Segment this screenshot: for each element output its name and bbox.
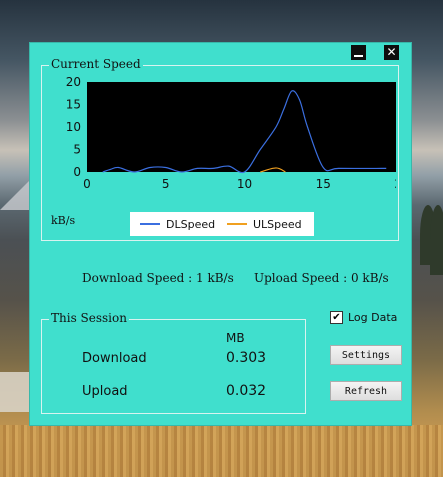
legend-label-dlspeed: DLSpeed [166,217,216,231]
refresh-button[interactable]: Refresh [330,381,402,401]
y-tick-label: 15 [66,98,81,112]
y-tick-label: 5 [73,143,81,157]
this-session-group: This Session [41,311,306,414]
settings-button[interactable]: Settings [330,345,402,365]
current-speed-label: Current Speed [49,57,143,71]
session-upload-value: 0.032 [226,383,267,399]
speed-monitor-window: ✕ Current Speed 0 5 10 15 20 0 5 10 15 20 kB/s D… [30,43,411,425]
y-tick-label: 20 [66,76,81,89]
cabin-shape [0,372,30,412]
upload-speed-readout: Upload Speed : 0 kB/s [254,271,389,285]
x-tick-label: 0 [83,177,91,191]
this-session-label: This Session [49,311,129,325]
y-tick-label: 0 [73,165,81,179]
x-tick-label: 5 [162,177,170,191]
legend-label-ulspeed: ULSpeed [253,217,302,231]
chart-legend: DLSpeed ULSpeed [130,212,314,236]
legend-item-ulspeed: ULSpeed [227,212,302,236]
y-unit-label: kB/s [51,214,76,227]
legend-line-ulspeed [227,223,247,225]
x-tick-label: 20 [394,177,396,191]
session-upload-label: Upload [82,384,128,399]
session-download-value: 0.303 [226,350,267,366]
y-tick-label: 10 [66,120,81,134]
legend-item-dlspeed: DLSpeed [140,212,215,236]
close-icon[interactable]: ✕ [384,45,399,60]
mb-unit-header: MB [226,331,245,345]
session-download-label: Download [82,351,147,366]
field-shape [0,425,443,477]
log-data-checkbox[interactable]: ✔ [330,311,343,324]
legend-line-dlspeed [140,223,160,225]
current-speed-group: Current Speed 0 5 10 15 20 0 5 10 15 20 kB/s DLS… [41,57,399,241]
minimize-icon[interactable] [351,45,366,60]
log-data-label[interactable]: Log Data [348,311,397,324]
tree-shape [430,205,443,275]
chart-plot-area [87,82,396,172]
download-speed-readout: Download Speed : 1 kB/s [82,271,234,285]
x-tick-label: 15 [316,177,331,191]
speed-chart: 0 5 10 15 20 0 5 10 15 20 [66,76,396,191]
x-tick-label: 10 [237,177,252,191]
